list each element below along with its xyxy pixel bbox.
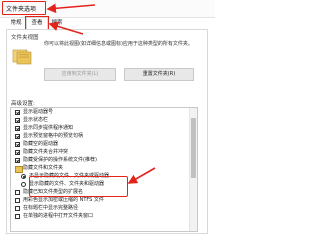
arrow-to-title <box>46 3 96 14</box>
annotation-arrows <box>46 3 156 184</box>
arrow-to-hidden-option <box>127 167 156 184</box>
arrow-to-view-tab <box>48 21 84 35</box>
